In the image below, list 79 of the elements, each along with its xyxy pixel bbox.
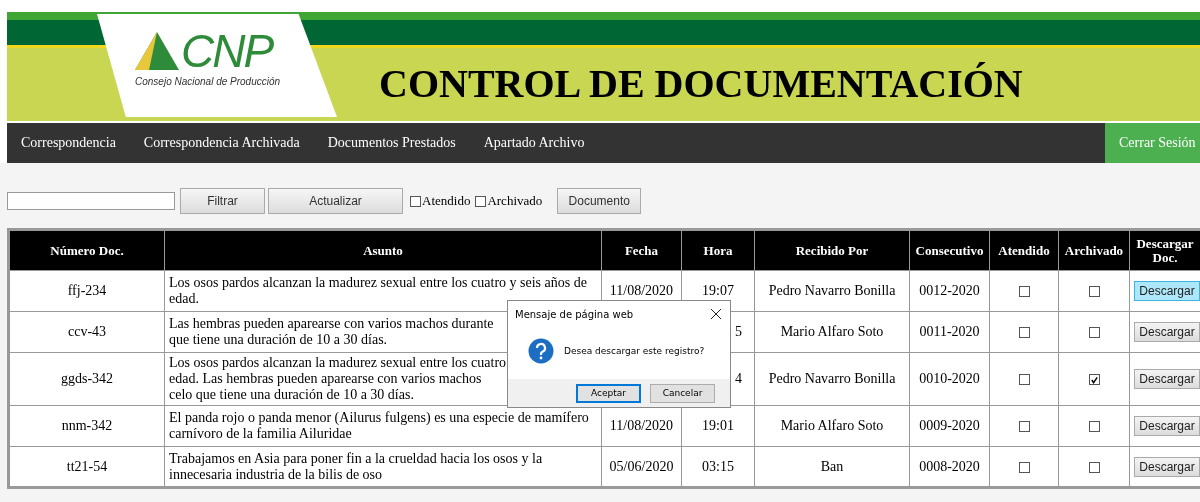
table-cell: nnm-342 (61, 418, 113, 433)
table-cell: ggds-342 (60, 371, 114, 386)
table-cell: ccv-43 (67, 324, 107, 339)
download-button[interactable]: Descargar (1134, 322, 1200, 342)
table-cell: 19:07 (702, 283, 734, 298)
filter-input[interactable] (7, 192, 175, 210)
close-icon[interactable] (711, 309, 721, 319)
table-cell: 11/08/2020 (609, 418, 674, 433)
checkbox[interactable] (1088, 327, 1100, 339)
nav-link[interactable]: Apartado Archivo (469, 135, 599, 151)
table-cell: tt21-54 (66, 458, 108, 474)
nav-link[interactable]: Correspondencia (7, 135, 130, 151)
table-cell: Pedro Navarro Bonilla (768, 283, 896, 298)
dialog-button[interactable]: Cancelar (650, 383, 715, 403)
table-cell-text: Las hembras pueden aparearse con varios machos durante (169, 316, 495, 332)
filter-button[interactable]: Filtrar (180, 188, 265, 214)
table-cell: 5 (735, 324, 742, 339)
checkbox[interactable] (410, 195, 421, 207)
page-title: CONTROL DE DOCUMENTACIÓN (379, 60, 1023, 108)
checkbox[interactable] (1018, 286, 1030, 298)
document-button[interactable]: Documento (557, 188, 642, 214)
table-cell: Mario Alfaro Soto (780, 324, 884, 339)
table-cell: 19:01 (702, 418, 734, 433)
checkbox[interactable] (1018, 374, 1030, 386)
column-header: Recibido Por (795, 242, 869, 258)
table-cell-text: Trabajamos en Asia para poner fin a la crueldad hacia los osos y la (169, 450, 544, 467)
table-cell: 0008-2020 (919, 458, 980, 474)
table-cell: 0009-2020 (919, 418, 980, 433)
logo-subtitle: Consejo Nacional de Producción (135, 76, 281, 87)
column-header: Descargar Doc. (1136, 235, 1194, 265)
column-header: Consecutivo (915, 242, 984, 258)
column-header: Atendido (998, 242, 1050, 258)
download-button[interactable]: Descargar (1134, 369, 1200, 389)
table-cell-text: edad. (169, 291, 200, 307)
table-cell: Ban (820, 458, 844, 474)
checkbox[interactable] (1088, 421, 1100, 433)
checkbox[interactable] (1018, 461, 1030, 473)
table-cell: 0011-2020 (919, 324, 980, 339)
refresh-button[interactable]: Actualizar (268, 188, 403, 214)
table-cell: 0010-2020 (919, 371, 980, 386)
table-cell: Pedro Navarro Bonilla (768, 371, 896, 386)
column-header: Asunto (363, 242, 403, 258)
table-cell-text: Los osos pardos alcanzan la madurez sexual entre los cuatro y seis años de (169, 275, 588, 291)
dialog-button[interactable]: Aceptar (576, 383, 641, 403)
table-cell-text: innecesaria industria de la bilis de oso (169, 466, 384, 483)
table-cell: 03:15 (702, 458, 734, 474)
table-cell-text: que tiene una duración de 10 a 30 días. (169, 332, 389, 348)
download-button[interactable]: Descargar (1134, 416, 1200, 436)
checkbox-label: Archivado (487, 193, 543, 209)
dialog-message: Desea descargar este registro? (564, 346, 705, 356)
table-cell: 4 (735, 371, 742, 386)
column-header: Hora (703, 242, 733, 258)
table-cell: 11/08/2020 (609, 283, 674, 298)
table-cell: 05/06/2020 (609, 458, 674, 474)
checkbox[interactable] (1088, 374, 1100, 386)
table-cell-text: El panda rojo o panda menor (Ailurus fulgens) es una especie de mamífero (169, 410, 590, 426)
table-cell-text: edad. Las hembras pueden aparearse con varios machos (169, 371, 483, 387)
checkbox[interactable] (1088, 286, 1100, 298)
table-cell-text: Los osos pardos alcanzan la madurez sexual entre los cuatro (169, 355, 508, 371)
table-cell: ffj-234 (67, 283, 107, 298)
table-cell: 0012-2020 (919, 283, 980, 298)
column-header: Archivado (1064, 242, 1124, 258)
checkbox[interactable] (475, 195, 487, 207)
checkbox-label: Atendido (422, 193, 471, 209)
checkbox[interactable] (1088, 461, 1100, 473)
question-icon (528, 338, 554, 364)
download-button[interactable]: Descargar (1134, 281, 1200, 301)
pyramid-icon (135, 32, 179, 70)
download-button[interactable]: Descargar (1134, 456, 1200, 477)
nav-link[interactable]: Documentos Prestados (313, 135, 470, 151)
nav-link[interactable]: Correspondencia Archivada (129, 135, 314, 151)
logo-mark: CNP (181, 28, 273, 74)
dialog-title: Mensaje de página web (515, 308, 634, 320)
checkbox[interactable] (1018, 327, 1030, 339)
column-header: Número Doc. (50, 242, 124, 258)
table-cell-text: carnívoro de la familia Ailuridae (169, 426, 353, 442)
checkbox[interactable] (1018, 421, 1030, 433)
column-header: Fecha (624, 242, 659, 258)
table-cell: Mario Alfaro Soto (780, 418, 884, 433)
